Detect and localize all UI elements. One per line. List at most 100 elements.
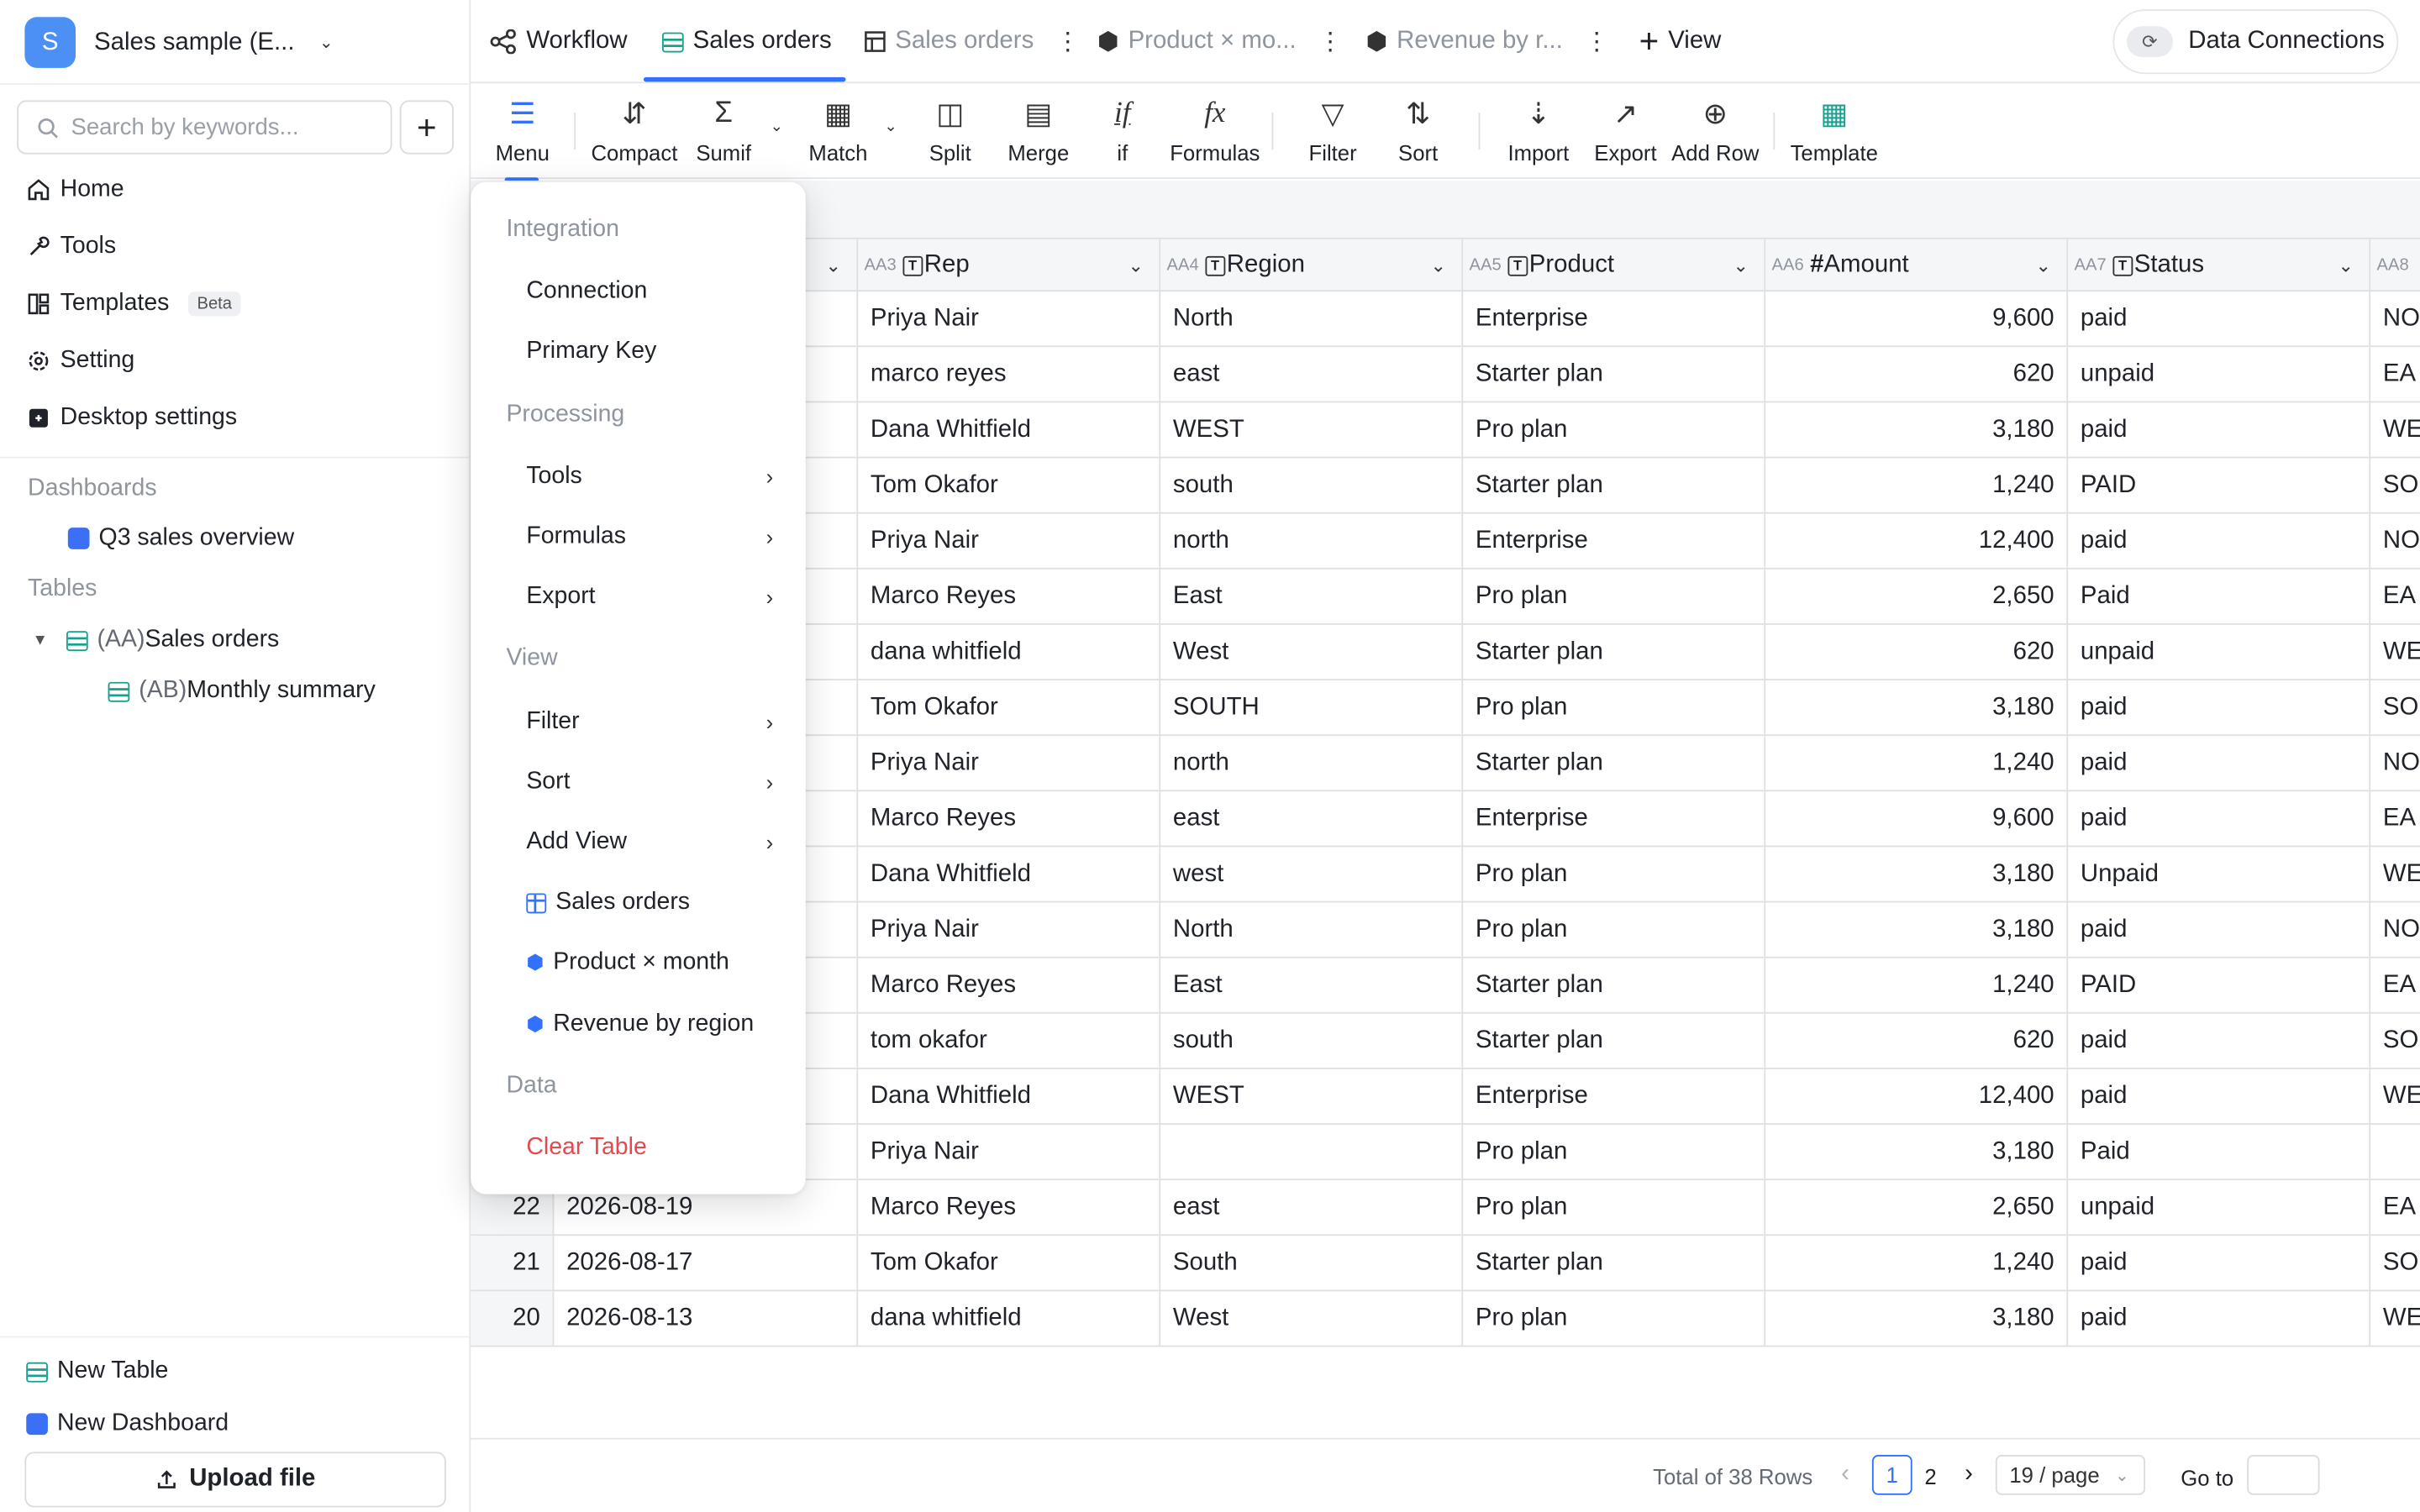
cell-region[interactable]: North [1160, 291, 1464, 346]
menu-item-view-sales-orders[interactable]: Sales orders [526, 889, 773, 916]
cell-amount[interactable]: 620 [1765, 347, 2069, 402]
menu-item-primary-key[interactable]: Primary Key [526, 338, 773, 365]
add-view-button[interactable]: + View [1639, 0, 1722, 83]
chevron-down-icon[interactable]: ⌄ [2035, 255, 2050, 276]
cell-region[interactable]: south [1160, 1013, 1464, 1068]
cell-product[interactable]: Pro plan [1463, 902, 1766, 957]
cell-amount[interactable]: 1,240 [1765, 736, 2069, 790]
cell-amount[interactable]: 2,650 [1765, 569, 2069, 624]
nav-setting[interactable]: Setting [26, 347, 134, 375]
workspace-switcher[interactable]: S Sales sample (E... ⌄ [24, 17, 334, 68]
prev-page-icon[interactable]: ‹ [1841, 1461, 1849, 1488]
cell-extra[interactable]: EA [2370, 1180, 2420, 1234]
cell-region[interactable]: East [1160, 569, 1464, 624]
cell-amount[interactable]: 1,240 [1765, 458, 2069, 512]
menu-item-sort[interactable]: Sort › [526, 769, 773, 796]
cell-extra[interactable]: WE [2370, 1291, 2420, 1345]
add-button[interactable]: + [399, 100, 454, 155]
cell-amount[interactable]: 9,600 [1765, 791, 2069, 846]
cell-extra[interactable]: SO [2370, 1014, 2420, 1068]
cell-status[interactable]: PAID [2068, 458, 2371, 512]
cell-region[interactable]: WEST [1160, 402, 1464, 457]
cell-extra[interactable]: SO [2370, 1236, 2420, 1289]
compact-button[interactable]: ⇵ Compact [591, 97, 677, 165]
cell-extra[interactable]: NO [2370, 514, 2420, 568]
cell-amount[interactable]: 1,240 [1765, 1236, 2069, 1290]
cell-region[interactable]: east [1160, 347, 1464, 402]
table-row[interactable]: 20 2026-08-13 dana whitfield West Pro plan 3,… [471, 1291, 2420, 1347]
nav-tools[interactable]: Tools [26, 233, 116, 260]
cell-rep[interactable]: Priya Nair [858, 291, 1161, 346]
cell-product[interactable]: Enterprise [1463, 1068, 1766, 1124]
cell-status[interactable]: paid [2068, 1013, 2371, 1068]
cell-amount[interactable]: 1,240 [1765, 958, 2069, 1012]
cell-product[interactable]: Starter plan [1463, 347, 1766, 402]
cell-date[interactable]: 2026-08-17 [554, 1236, 859, 1290]
cell-amount[interactable]: 3,180 [1765, 902, 2069, 957]
chevron-down-icon[interactable]: ⌄ [1431, 255, 1446, 276]
cell-rep[interactable]: Tom Okafor [858, 1236, 1161, 1290]
cell-status[interactable]: paid [2068, 291, 2371, 346]
cell-amount[interactable]: 12,400 [1765, 513, 2069, 568]
column-header-aa8[interactable]: AA8 [2370, 239, 2420, 291]
cell-region[interactable]: West [1160, 624, 1464, 680]
menu-item-clear-table[interactable]: Clear Table [526, 1134, 773, 1162]
cell-amount[interactable]: 3,180 [1765, 1291, 2069, 1346]
cell-product[interactable]: Enterprise [1463, 291, 1766, 346]
cell-product[interactable]: Pro plan [1463, 1124, 1766, 1179]
chevron-down-icon[interactable]: ⌄ [2338, 255, 2353, 276]
nav-desktop-settings[interactable]: Desktop settings [26, 404, 237, 432]
cell-date[interactable]: 2026-08-13 [554, 1291, 859, 1346]
cell-extra[interactable]: EA [2370, 791, 2420, 845]
cell-status[interactable]: unpaid [2068, 347, 2371, 402]
menu-item-export[interactable]: Export › [526, 583, 773, 611]
cell-extra[interactable] [2370, 1125, 2420, 1179]
cell-product[interactable]: Pro plan [1463, 569, 1766, 624]
column-header-rep[interactable]: AA3 T Rep ⌄ [858, 239, 1161, 292]
cell-rep[interactable]: Marco Reyes [858, 1180, 1161, 1235]
cell-status[interactable]: Unpaid [2068, 847, 2371, 901]
cell-region[interactable]: East [1160, 958, 1464, 1012]
cell-rep[interactable]: Priya Nair [858, 513, 1161, 568]
cell-status[interactable]: paid [2068, 791, 2371, 846]
cell-rep[interactable]: Dana Whitfield [858, 847, 1161, 901]
nav-home[interactable]: Home [26, 176, 124, 203]
tab-sales-orders[interactable]: Sales orders [661, 0, 832, 83]
cell-rep[interactable]: Dana Whitfield [858, 1068, 1161, 1124]
cell-status[interactable]: paid [2068, 902, 2371, 957]
cell-extra[interactable]: EA [2370, 347, 2420, 401]
cell-product[interactable]: Pro plan [1463, 680, 1766, 735]
cell-product[interactable]: Pro plan [1463, 1180, 1766, 1235]
cell-amount[interactable]: 2,650 [1765, 1180, 2069, 1235]
menu-item-connection[interactable]: Connection [526, 278, 773, 306]
cell-extra[interactable]: WE [2370, 625, 2420, 679]
cell-region[interactable]: SOUTH [1160, 680, 1464, 735]
column-header-amount[interactable]: AA6 # Amount ⌄ [1765, 239, 2069, 292]
cell-rep[interactable]: Priya Nair [858, 1124, 1161, 1179]
cell-amount[interactable]: 3,180 [1765, 402, 2069, 457]
cell-product[interactable]: Pro plan [1463, 847, 1766, 901]
tab-sales-orders-grid[interactable]: Sales orders ⋮ [865, 0, 1080, 83]
cell-status[interactable]: paid [2068, 1236, 2371, 1290]
add-row-button[interactable]: ⊕ Add Row [1671, 97, 1759, 165]
tab-workflow[interactable]: Workflow [489, 0, 628, 83]
nav-templates[interactable]: Templates Beta [26, 290, 242, 318]
next-page-icon[interactable]: › [1965, 1461, 1973, 1488]
page-size-select[interactable]: 19 / page ⌄ [1995, 1455, 2146, 1495]
table-row[interactable]: 21 2026-08-17 Tom Okafor South Starter plan 1… [471, 1236, 2420, 1292]
cell-extra[interactable]: WE [2370, 402, 2420, 456]
cell-region[interactable]: west [1160, 847, 1464, 901]
cell-region[interactable]: south [1160, 458, 1464, 512]
cell-extra[interactable]: NO [2370, 736, 2420, 790]
chevron-down-icon[interactable]: ⌄ [826, 255, 841, 276]
cell-amount[interactable]: 3,180 [1765, 847, 2069, 901]
menu-item-tools[interactable]: Tools › [526, 463, 773, 491]
sort-button[interactable]: ⇅ Sort [1398, 97, 1438, 165]
cell-region[interactable]: north [1160, 513, 1464, 568]
cell-status[interactable]: paid [2068, 736, 2371, 790]
cell-rep[interactable]: Marco Reyes [858, 958, 1161, 1012]
cell-extra[interactable]: WE [2370, 1069, 2420, 1123]
chevron-down-icon[interactable]: ⌄ [771, 118, 783, 135]
search-input[interactable]: Search by keywords... [17, 100, 392, 155]
sumif-button[interactable]: Σ Sumif [696, 97, 751, 165]
